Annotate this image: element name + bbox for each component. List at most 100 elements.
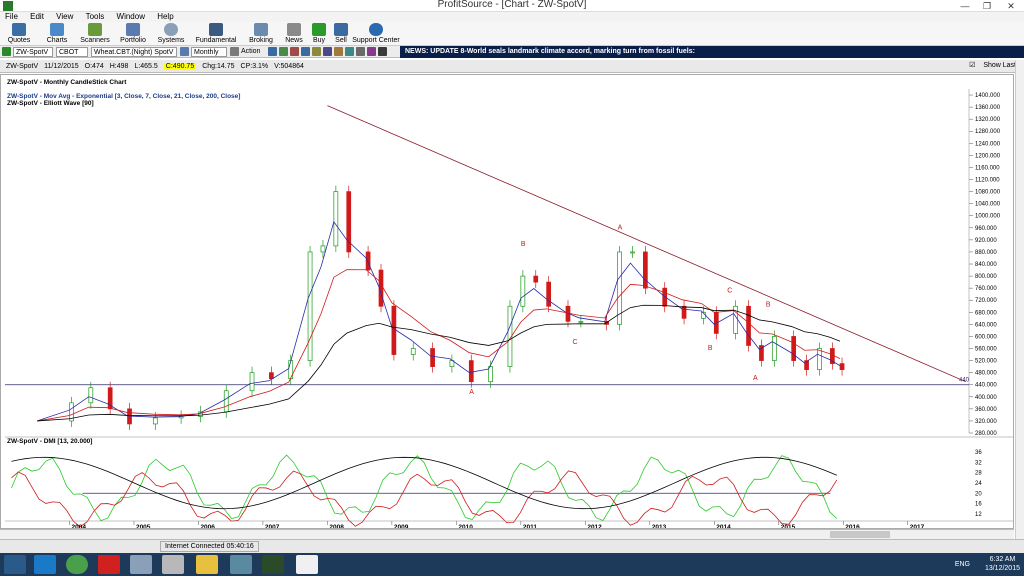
wave-label: A [753,375,758,382]
x-tick-label: 2012 [587,524,602,528]
moving-average-line [37,304,841,422]
candle [643,251,648,289]
scanners-icon [88,23,102,36]
tool-icon[interactable] [290,47,300,56]
dmi-minus-line [11,470,838,528]
action-menu[interactable]: Action [241,48,260,55]
x-tick-label: 2013 [652,524,667,528]
candle [249,372,255,392]
tool-icon[interactable] [301,47,311,56]
adx-line [11,456,837,510]
tool-icon[interactable] [268,47,278,56]
candle [307,251,313,361]
news-button[interactable]: News [280,23,308,44]
tool-icon[interactable] [367,47,377,56]
y-tick-label: 1160.000 [975,165,1000,171]
start-button-icon[interactable] [4,555,26,574]
quote-symbol: ZW-SpotV [6,62,39,70]
x-tick-label: 2004 [71,524,86,528]
price-chart[interactable]: 280.000 320.000 360.000 400.000 440.000 480.0… [1,75,1013,528]
y-tick-label: 1200.000 [975,153,1001,159]
candle [365,251,371,271]
sell-button[interactable]: Sell [330,23,352,44]
menu-window[interactable]: Window [112,12,150,22]
chrome-icon[interactable] [66,555,88,574]
quote-open: O:474 [84,62,104,70]
restore-button[interactable]: ❐ [976,0,998,12]
scanners-button[interactable]: Scanners [76,23,114,44]
scroll-thumb[interactable] [830,531,890,538]
portfolio-button[interactable]: Portfolio [114,23,152,44]
exchange-field[interactable]: CBOT [56,46,88,57]
dmi-tick-label: 28 [975,471,982,477]
tool-icon[interactable] [378,47,388,56]
period-select[interactable]: Monthly [191,46,227,57]
close-button[interactable]: ✕ [998,0,1024,12]
show-last-checkbox[interactable]: ☑ Show Last [969,61,1016,69]
x-tick-label: 2007 [265,524,280,528]
description-field: Wheat.CBT.(Night) SpotV [91,46,177,57]
app-icon[interactable] [296,555,318,574]
menu-view[interactable]: View [51,12,78,22]
folder-icon[interactable] [196,555,218,574]
candle [746,305,751,346]
tool-icon[interactable] [279,47,289,56]
x-tick-label: 2010 [458,524,473,528]
fundamental-button[interactable]: Fundamental [190,23,242,44]
menu-edit[interactable]: Edit [25,12,49,22]
y-tick-label: 840.000 [975,262,997,268]
candle [839,363,845,370]
ie-icon[interactable] [34,555,56,574]
language-indicator[interactable]: ENG [955,560,970,569]
candle [681,305,687,319]
y-tick-label: 960.000 [975,226,997,232]
tool-icon[interactable] [334,47,344,56]
chart-panel[interactable]: ZW-SpotV - Monthly CandleStick Chart ZW-… [0,74,1014,529]
candle [791,336,797,361]
wave-label: B [766,301,771,308]
kaspersky-icon[interactable] [98,555,120,574]
menu-bar: File Edit View Tools Window Help [0,12,1024,22]
tool-icon[interactable] [323,47,333,56]
menu-file[interactable]: File [0,12,23,22]
candle [468,360,474,383]
profitsource-icon[interactable] [262,555,284,574]
candle [817,348,822,370]
vertical-scrollbar[interactable] [1015,60,1024,540]
tool-icon[interactable] [345,47,355,56]
systems-button[interactable]: Systems [152,23,190,44]
tool-icon[interactable] [356,47,366,56]
y-tick-label: 920.000 [975,238,997,244]
app-icon[interactable] [230,555,252,574]
support-center-button[interactable]: Support Center [352,23,400,44]
clock[interactable]: 6:32 AM 13/12/2015 [985,555,1020,573]
y-tick-label: 600.000 [975,334,997,340]
charts-button[interactable]: Charts [38,23,76,44]
quotes-button[interactable]: Quotes [0,23,38,44]
broking-button[interactable]: Broking [242,23,280,44]
horizontal-scrollbar[interactable] [0,529,1014,539]
candle [152,417,158,425]
app-icon[interactable] [130,555,152,574]
quote-low: L:465.5 [134,62,158,70]
dmi-tick-label: 16 [975,502,982,508]
app-icon[interactable] [162,555,184,574]
y-tick-label: 760.000 [975,286,997,292]
wave-label: C [572,339,577,346]
news-ticker[interactable]: NEWS: UPDATE 8-World seals landmark clim… [400,46,1024,58]
y-tick-label: 480.000 [975,371,997,377]
candle [430,348,435,367]
minimize-button[interactable]: — [954,0,976,12]
menu-help[interactable]: Help [152,12,178,22]
menu-tools[interactable]: Tools [81,12,110,22]
buy-button[interactable]: Buy [308,23,330,44]
trendline [327,105,966,383]
symbol-input[interactable]: ZW-SpotV [13,46,53,57]
tool-icon[interactable] [312,47,322,56]
broking-icon [254,23,268,36]
x-tick-label: 2016 [845,524,860,528]
window-title: ProfitSource - [Chart - ZW-SpotV] [437,0,587,10]
quote-change-percent: CP:3.1% [240,62,269,70]
quote-high: H:498 [109,62,129,70]
symbol-icon [2,47,11,56]
